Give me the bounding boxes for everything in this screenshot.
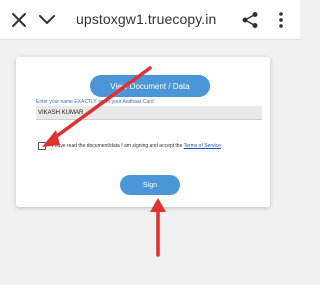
view-document-button[interactable]: View Document / Data bbox=[90, 75, 210, 97]
name-field-label: Enter your name EXACTLY as on your Aadha… bbox=[36, 99, 154, 105]
close-icon[interactable] bbox=[10, 11, 28, 29]
consent-label: I have read the document/data I am signi… bbox=[52, 143, 184, 149]
sign-button[interactable]: Sign bbox=[120, 175, 180, 195]
more-vert-icon[interactable] bbox=[276, 10, 286, 30]
terms-of-service-link[interactable]: Terms of Service bbox=[184, 143, 221, 149]
consent-checkbox[interactable] bbox=[38, 142, 46, 150]
consent-text: I have read the document/data I am signi… bbox=[52, 143, 221, 149]
name-input[interactable]: VIKASH KUMAR bbox=[36, 106, 262, 120]
url-text[interactable]: upstoxgw1.truecopy.in bbox=[76, 11, 216, 27]
browser-toolbar: upstoxgw1.truecopy.in bbox=[0, 0, 300, 40]
share-icon[interactable] bbox=[240, 10, 260, 30]
chevron-down-icon[interactable] bbox=[38, 12, 56, 28]
